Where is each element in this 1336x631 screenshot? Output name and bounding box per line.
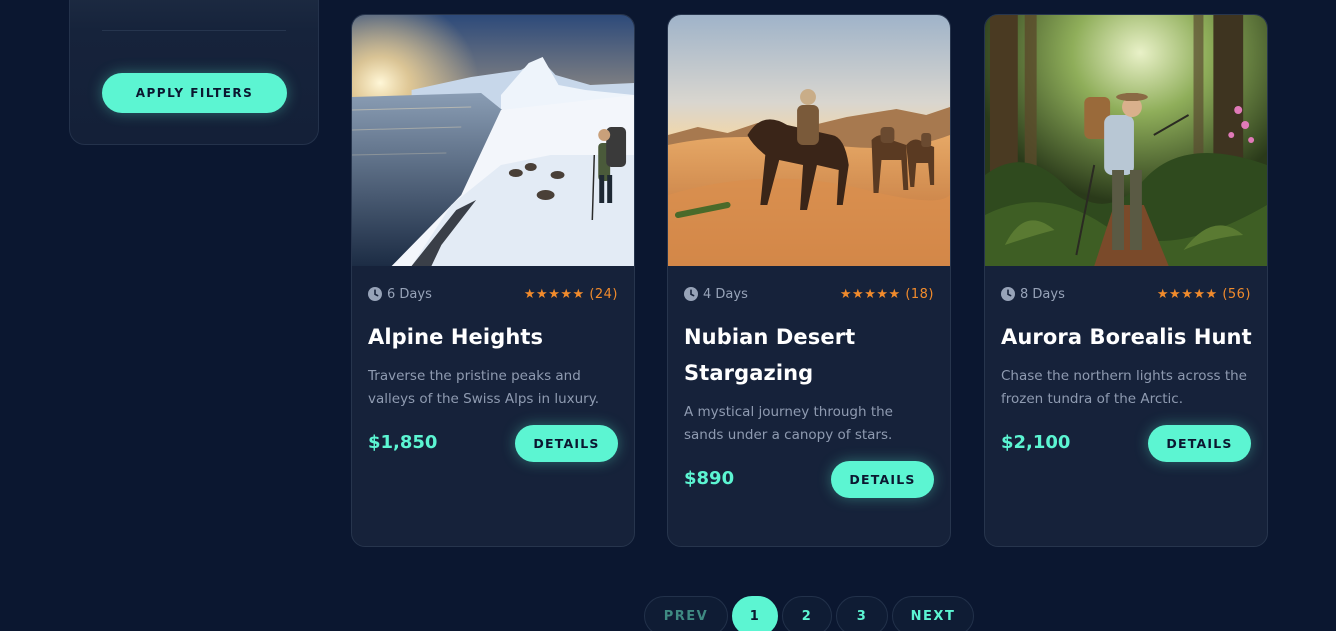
- tour-price: $1,850: [368, 432, 438, 453]
- tour-description: Chase the northern lights across the fro…: [1001, 368, 1247, 407]
- rating-stars: ★★★★★: [839, 286, 901, 302]
- duration-text: 6 Days: [387, 286, 432, 302]
- filter-divider: [102, 30, 286, 31]
- star-rating: ★★★★★ (24): [524, 287, 618, 302]
- tour-card-aurora-borealis-hunt: 8 Days ★★★★★ (56) Aurora Borealis Hunt C…: [984, 14, 1268, 547]
- tour-card-alpine-heights: 6 Days ★★★★★ (24) Alpine Heights Travers…: [351, 14, 635, 547]
- tour-title[interactable]: Alpine Heights: [368, 319, 622, 355]
- clock-icon: [684, 287, 698, 301]
- jungle-explorer-photo[interactable]: [985, 15, 1267, 266]
- details-button[interactable]: DETAILS: [515, 425, 618, 462]
- details-button[interactable]: DETAILS: [831, 461, 934, 498]
- review-count: (56): [1222, 286, 1251, 302]
- desert-caravan-photo[interactable]: [668, 15, 950, 266]
- tour-title[interactable]: Aurora Borealis Hunt: [1001, 319, 1255, 355]
- clock-icon: [368, 287, 382, 301]
- page-button-2[interactable]: 2: [782, 596, 832, 631]
- tour-duration: 4 Days: [684, 287, 748, 302]
- tour-description: Traverse the pristine peaks and valleys …: [368, 368, 600, 407]
- rating-stars: ★★★★★: [523, 286, 585, 302]
- tour-listing-page: APPLY FILTERS 6 Days ★★★★★ (24) Alpine H…: [0, 0, 1336, 631]
- tour-duration: 8 Days: [1001, 287, 1065, 302]
- rating-stars: ★★★★★: [1156, 286, 1218, 302]
- duration-text: 4 Days: [703, 286, 748, 302]
- review-count: (18): [905, 286, 934, 302]
- duration-text: 8 Days: [1020, 286, 1065, 302]
- tour-meta: 4 Days ★★★★★ (18): [684, 285, 934, 303]
- star-rating: ★★★★★ (18): [840, 287, 934, 302]
- tour-meta: 6 Days ★★★★★ (24): [368, 285, 618, 303]
- tour-card-nubian-desert-stargazing: 4 Days ★★★★★ (18) Nubian Desert Stargazi…: [667, 14, 951, 547]
- tour-title[interactable]: Nubian Desert Stargazing: [684, 319, 938, 391]
- tour-meta: 8 Days ★★★★★ (56): [1001, 285, 1251, 303]
- filter-panel: APPLY FILTERS: [69, 0, 319, 145]
- page-button-1[interactable]: 1: [732, 596, 778, 631]
- alpine-expedition-photo[interactable]: [352, 15, 634, 266]
- page-button-3[interactable]: 3: [836, 596, 888, 631]
- review-count: (24): [589, 286, 618, 302]
- tour-duration: 6 Days: [368, 287, 432, 302]
- details-button[interactable]: DETAILS: [1148, 425, 1251, 462]
- pagination: PREV 1 2 3 NEXT: [0, 596, 1336, 631]
- apply-filters-button[interactable]: APPLY FILTERS: [102, 73, 287, 113]
- next-page-button[interactable]: NEXT: [892, 596, 974, 631]
- star-rating: ★★★★★ (56): [1157, 287, 1251, 302]
- prev-page-button[interactable]: PREV: [644, 596, 728, 631]
- clock-icon: [1001, 287, 1015, 301]
- tour-description: A mystical journey through the sands und…: [684, 404, 893, 443]
- tour-price: $2,100: [1001, 432, 1071, 453]
- tour-price: $890: [684, 468, 735, 489]
